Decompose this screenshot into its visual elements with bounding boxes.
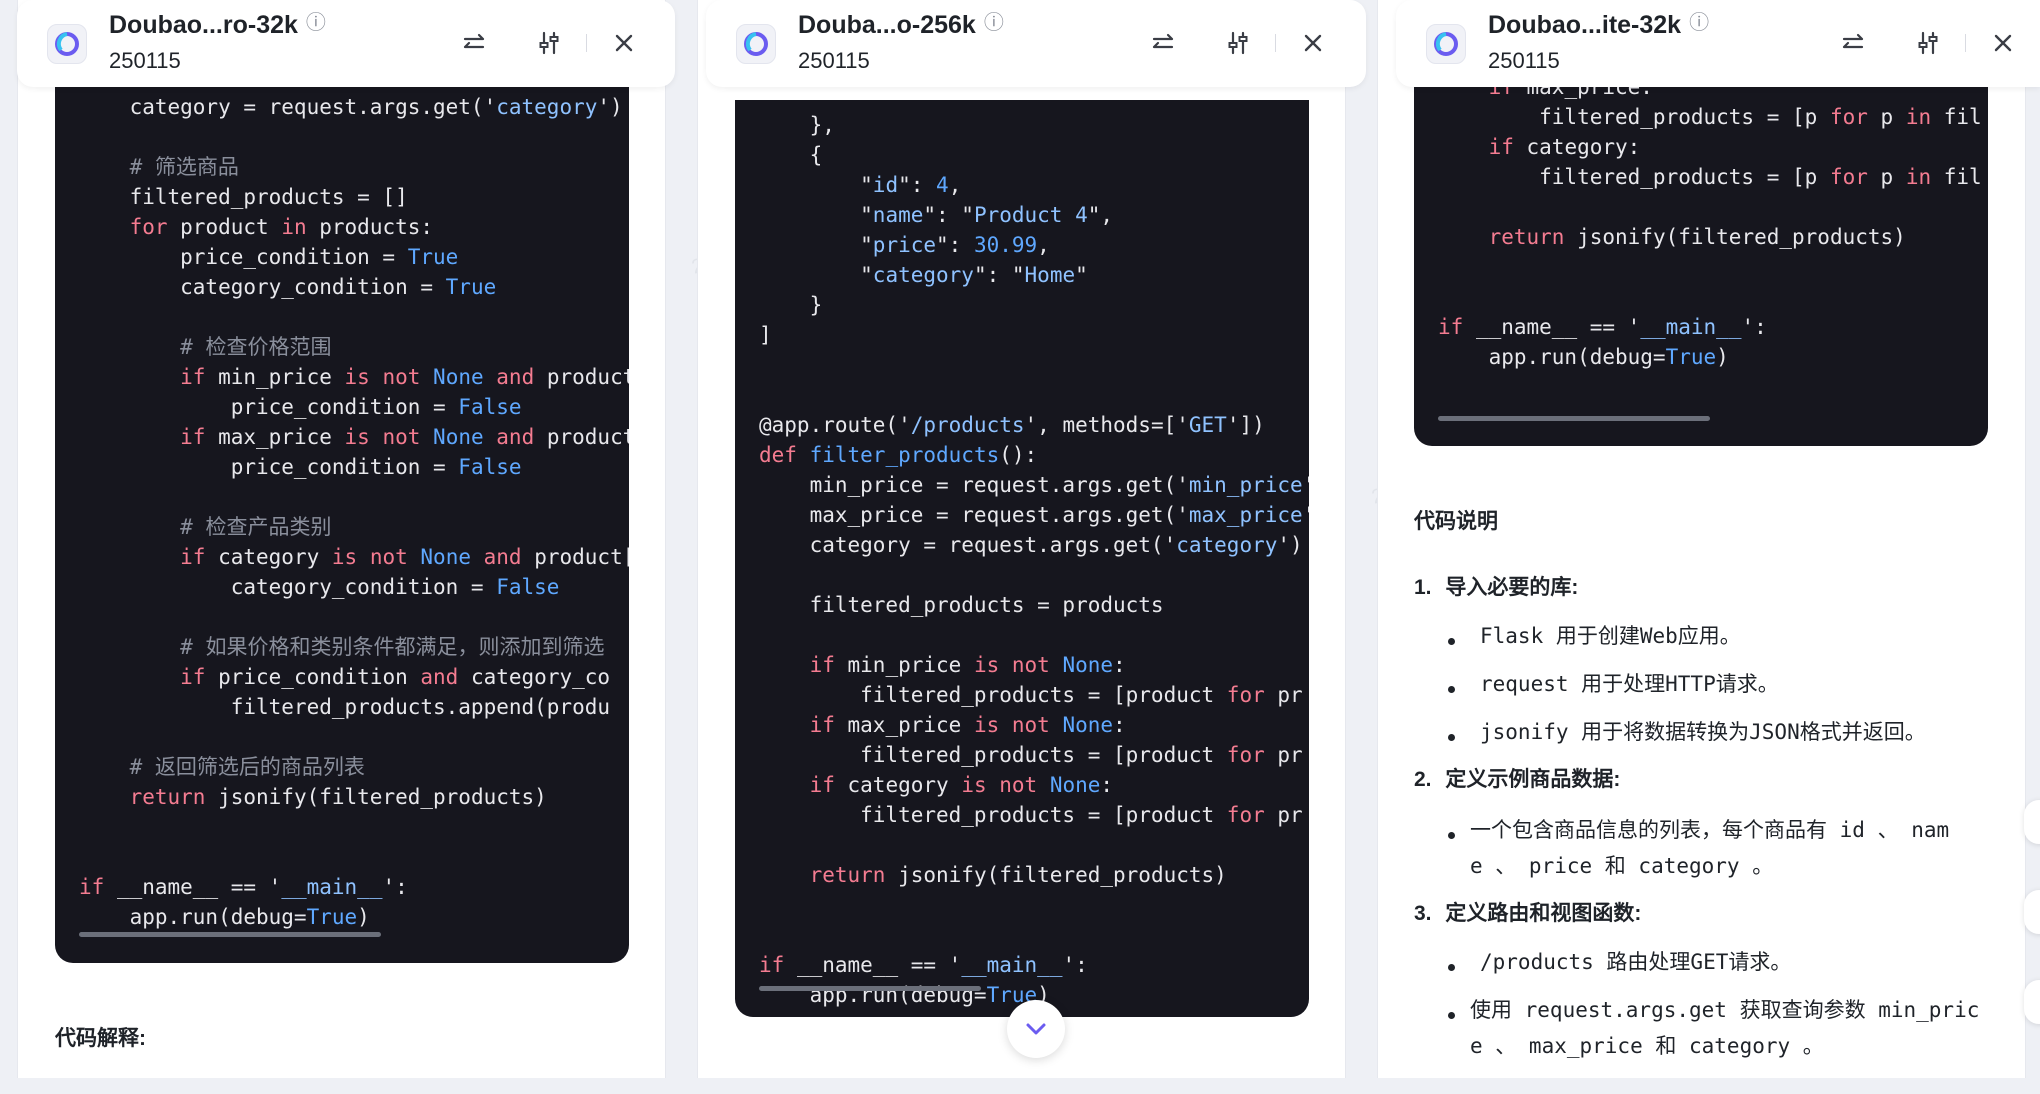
info-icon[interactable]: ⓘ xyxy=(306,12,326,34)
info-icon[interactable]: ⓘ xyxy=(1689,12,1709,34)
list-item: 1. 导入必要的库: xyxy=(1414,570,1578,606)
chevron-down-icon xyxy=(1026,1023,1046,1035)
list-bullet-text: request 用于处理HTTP请求。 xyxy=(1480,672,1779,696)
code-text: if max_price: filtered_products = [p for… xyxy=(1438,86,1982,369)
side-tab[interactable] xyxy=(2024,890,2040,934)
list-bullet-text: 使用 request.args.get 获取查询参数 min_pric xyxy=(1470,998,1980,1022)
list-item: 2. 定义示例商品数据: xyxy=(1414,762,1620,798)
swap-icon[interactable] xyxy=(1838,28,1868,58)
model-panel-3: if max_price: filtered_products = [p for… xyxy=(1377,0,2026,1078)
code-text: category = request.args.get('category') … xyxy=(79,95,629,929)
list-bullet-text: /products 路由处理GET请求。 xyxy=(1480,950,1792,974)
panel-1-header: Doubao...ro-32k ⓘ 250115 xyxy=(17,0,675,87)
list-item-title: 定义路由和视图函数: xyxy=(1445,902,1642,925)
model-version: 250115 xyxy=(109,48,181,73)
sliders-icon[interactable] xyxy=(1223,28,1253,58)
info-icon[interactable]: ⓘ xyxy=(984,12,1004,34)
horizontal-scrollbar[interactable] xyxy=(1438,416,1710,421)
sliders-icon[interactable] xyxy=(534,28,564,58)
list-number: 3. xyxy=(1414,902,1432,925)
bullet xyxy=(1448,638,1455,645)
code-block: }, { "id": 4, "name": "Product 4", "pric… xyxy=(735,100,1309,1017)
panel-2-header: Douba...o-256k ⓘ 250115 xyxy=(706,0,1366,87)
close-icon[interactable] xyxy=(609,28,639,58)
code-text: }, { "id": 4, "name": "Product 4", "pric… xyxy=(759,113,1309,1007)
doubao-logo-icon xyxy=(47,24,87,64)
list-bullet-text: 一个包含商品信息的列表，每个商品有 id 、 nam xyxy=(1470,818,1950,842)
horizontal-scrollbar[interactable] xyxy=(759,986,981,991)
sliders-icon[interactable] xyxy=(1913,28,1943,58)
divider xyxy=(586,34,587,52)
model-panel-1: category = request.args.get('category') … xyxy=(17,0,666,1078)
close-icon[interactable] xyxy=(1298,28,1328,58)
list-item-title: 定义示例商品数据: xyxy=(1445,768,1621,791)
model-version: 250115 xyxy=(798,48,870,73)
model-name: Doubao...ite-32k ⓘ xyxy=(1488,11,1710,39)
doubao-logo-icon xyxy=(736,24,776,64)
list-bullet-text: e 、 price 和 category 。 xyxy=(1470,854,1774,878)
horizontal-scrollbar[interactable] xyxy=(79,932,381,937)
list-bullet-text: Flask 用于创建Web应用。 xyxy=(1480,624,1741,648)
list-number: 2. xyxy=(1414,768,1432,791)
bullet xyxy=(1448,686,1455,693)
side-tab[interactable] xyxy=(2024,980,2040,1024)
divider xyxy=(1965,34,1966,52)
bullet xyxy=(1448,1012,1455,1019)
model-panel-2: }, { "id": 4, "name": "Product 4", "pric… xyxy=(697,0,1346,1078)
section-title: 代码解释: xyxy=(55,1027,146,1050)
section-title: 代码说明 xyxy=(1414,510,1498,533)
model-version: 250115 xyxy=(1488,48,1560,73)
bullet xyxy=(1448,964,1455,971)
list-bullet-text: e 、 max_price 和 category 。 xyxy=(1470,1034,1824,1058)
code-block: if max_price: filtered_products = [p for… xyxy=(1414,86,1988,446)
list-number: 1. xyxy=(1414,576,1432,599)
code-block: category = request.args.get('category') … xyxy=(55,80,629,963)
list-item-title: 导入必要的库: xyxy=(1445,576,1579,599)
model-name: Doubao...ro-32k ⓘ xyxy=(109,11,326,39)
bullet xyxy=(1448,832,1455,839)
divider xyxy=(1275,34,1276,52)
explanation-list: 1. 导入必要的库: Flask 用于创建Web应用。 request 用于处理… xyxy=(1414,570,2014,1070)
list-bullet-text: jsonify 用于将数据转换为JSON格式并返回。 xyxy=(1480,720,1926,744)
scroll-to-bottom-button[interactable] xyxy=(1007,1000,1065,1058)
bullet xyxy=(1448,734,1455,741)
swap-icon[interactable] xyxy=(459,28,489,58)
model-name: Douba...o-256k ⓘ xyxy=(798,11,1004,39)
side-tab[interactable] xyxy=(2024,800,2040,844)
swap-icon[interactable] xyxy=(1148,28,1178,58)
panel-3-header: Doubao...ite-32k ⓘ 250115 xyxy=(1396,0,2040,87)
close-icon[interactable] xyxy=(1988,28,2018,58)
doubao-logo-icon xyxy=(1426,24,1466,64)
list-item: 3. 定义路由和视图函数: xyxy=(1414,896,1641,932)
